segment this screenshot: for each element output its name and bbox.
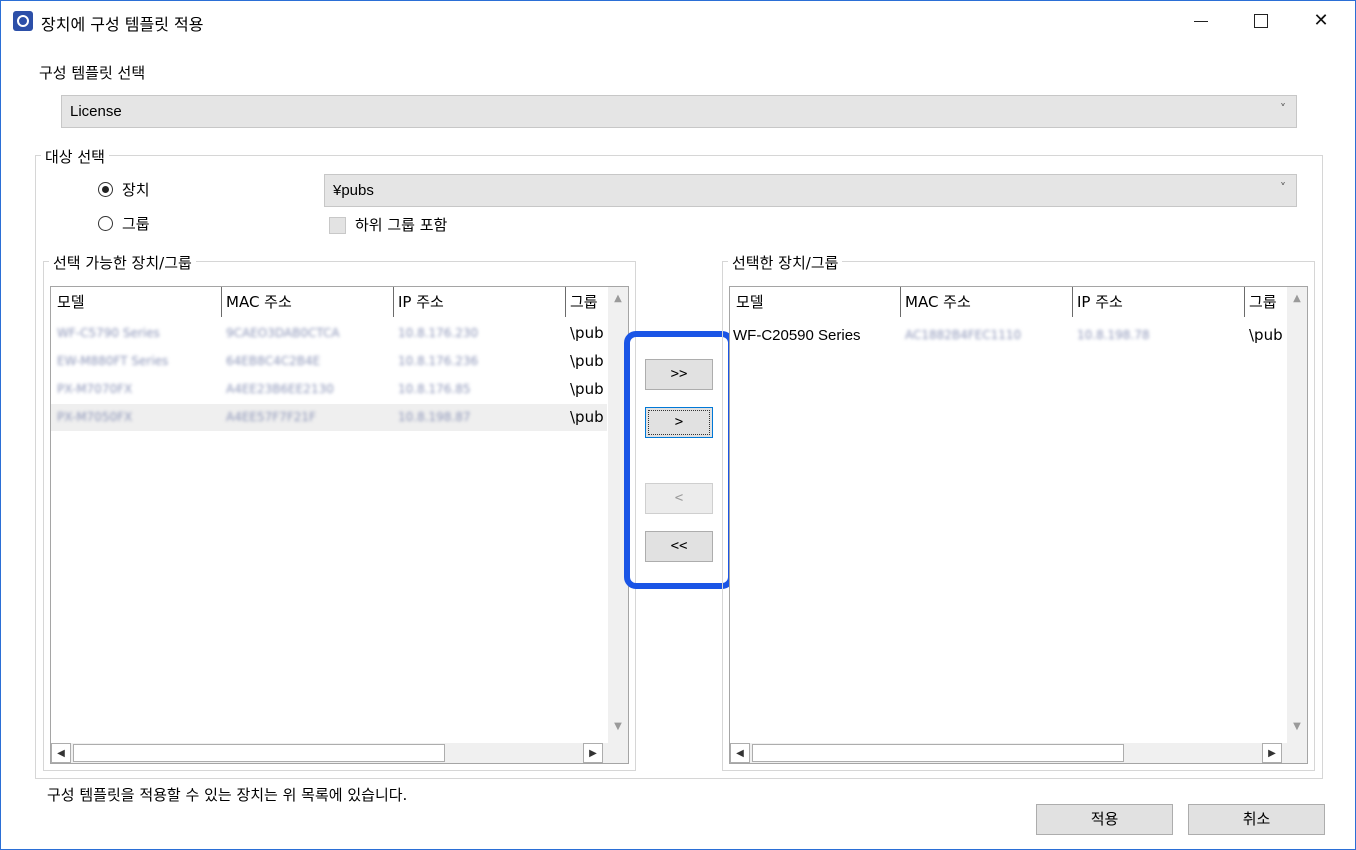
column-header-ip[interactable]: IP 주소 (393, 287, 444, 317)
chevron-down-icon: ˅ (1280, 102, 1286, 116)
table-row[interactable]: EW-M880FT Series 64EB8C4C2B4E 10.8.176.2… (51, 348, 607, 375)
chevron-down-icon: ˅ (1280, 181, 1286, 195)
scroll-thumb[interactable] (73, 744, 445, 762)
table-row[interactable]: WF-C20590 Series AC1882B4FEC1110 10.8.19… (730, 322, 1286, 349)
column-header-mac[interactable]: MAC 주소 (900, 287, 971, 317)
selected-groupbox-title: 선택한 장치/그룹 (728, 252, 843, 273)
footer-note: 구성 템플릿을 적용할 수 있는 장치는 위 목록에 있습니다. (47, 786, 408, 804)
column-header-group[interactable]: 그룹 (565, 287, 598, 317)
column-header-ip[interactable]: IP 주소 (1072, 287, 1123, 317)
template-dropdown[interactable]: License ˅ (61, 95, 1297, 128)
row-mac: AC1882B4FEC1110 (905, 328, 1022, 342)
row-mac: A4EE23B6EE2130 (226, 382, 334, 396)
column-header-group[interactable]: 그룹 (1244, 287, 1277, 317)
app-icon (13, 11, 33, 31)
maximize-icon (1254, 14, 1268, 28)
horizontal-scrollbar[interactable]: ◀ ▶ (51, 743, 628, 763)
row-group: \pub (1249, 326, 1283, 344)
scroll-down-icon[interactable]: ▼ (1287, 721, 1307, 732)
selected-device-list[interactable]: 모델 MAC 주소 IP 주소 그룹 WF-C20590 Series AC18… (729, 286, 1308, 764)
row-ip: 10.8.176.85 (398, 382, 471, 396)
template-select-label: 구성 템플릿 선택 (39, 64, 146, 82)
row-ip: 10.8.198.78 (1077, 328, 1150, 342)
add-all-button[interactable]: >> (645, 359, 713, 390)
row-group: \pub (570, 324, 604, 342)
row-group: \pub (570, 380, 604, 398)
minimize-icon (1194, 20, 1208, 22)
add-button[interactable]: > (645, 407, 713, 438)
device-radio-label: 장치 (122, 181, 150, 199)
scroll-up-icon[interactable]: ▲ (1287, 293, 1307, 304)
scroll-right-icon[interactable]: ▶ (1262, 743, 1282, 763)
maximize-button[interactable] (1231, 1, 1291, 41)
horizontal-scrollbar[interactable]: ◀ ▶ (730, 743, 1307, 763)
row-mac: 9CAEO3DAB0CTCA (226, 326, 340, 340)
scroll-up-icon[interactable]: ▲ (608, 293, 628, 304)
row-group: \pub (570, 408, 604, 426)
window-title: 장치에 구성 템플릿 적용 (41, 15, 204, 34)
row-model: EW-M880FT Series (57, 354, 169, 368)
row-model: PX-M7070FX (57, 382, 133, 396)
column-header-model[interactable]: 모델 (57, 287, 85, 317)
row-group: \pub (570, 352, 604, 370)
path-dropdown-value: ¥pubs (333, 182, 374, 199)
group-radio-label: 그룹 (122, 215, 150, 233)
row-ip: 10.8.176.236 (398, 354, 479, 368)
table-row[interactable]: PX-M7050FX A4EE57F7F21F 10.8.198.87 \pub (51, 404, 607, 431)
target-groupbox-title: 대상 선택 (41, 146, 109, 167)
row-ip: 10.8.198.87 (398, 410, 471, 424)
vertical-scrollbar[interactable]: ▲ ▼ (1287, 287, 1307, 743)
row-model: WF-C20590 Series (733, 327, 861, 344)
column-header-mac[interactable]: MAC 주소 (221, 287, 292, 317)
table-row[interactable]: PX-M7070FX A4EE23B6EE2130 10.8.176.85 \p… (51, 376, 607, 403)
close-button[interactable]: ✕ (1291, 1, 1351, 41)
template-dropdown-value: License (70, 103, 122, 120)
table-row[interactable]: WF-C5790 Series 9CAEO3DAB0CTCA 10.8.176.… (51, 320, 607, 347)
path-dropdown[interactable]: ¥pubs ˅ (324, 174, 1297, 207)
available-groupbox-title: 선택 가능한 장치/그룹 (49, 252, 196, 273)
row-model: PX-M7050FX (57, 410, 133, 424)
apply-button[interactable]: 적용 (1036, 804, 1173, 835)
device-radio[interactable] (98, 182, 113, 197)
scroll-left-icon[interactable]: ◀ (730, 743, 750, 763)
apply-template-dialog: 장치에 구성 템플릿 적용 ✕ 구성 템플릿 선택 License ˅ 대상 선… (0, 0, 1356, 850)
include-subgroups-checkbox[interactable] (329, 217, 346, 234)
cancel-button[interactable]: 취소 (1188, 804, 1325, 835)
row-mac: 64EB8C4C2B4E (226, 354, 321, 368)
row-mac: A4EE57F7F21F (226, 410, 316, 424)
column-header-model[interactable]: 모델 (736, 287, 764, 317)
available-device-list[interactable]: 모델 MAC 주소 IP 주소 그룹 WF-C5790 Series 9CAEO… (50, 286, 629, 764)
scroll-down-icon[interactable]: ▼ (608, 721, 628, 732)
scroll-thumb[interactable] (752, 744, 1124, 762)
scroll-left-icon[interactable]: ◀ (51, 743, 71, 763)
remove-all-button[interactable]: << (645, 531, 713, 562)
include-subgroups-label: 하위 그룹 포함 (355, 216, 448, 234)
minimize-button[interactable] (1171, 1, 1231, 41)
row-model: WF-C5790 Series (57, 326, 160, 340)
title-bar: 장치에 구성 템플릿 적용 ✕ (1, 1, 1355, 41)
row-ip: 10.8.176.230 (398, 326, 479, 340)
scroll-right-icon[interactable]: ▶ (583, 743, 603, 763)
group-radio[interactable] (98, 216, 113, 231)
remove-button[interactable]: < (645, 483, 713, 514)
